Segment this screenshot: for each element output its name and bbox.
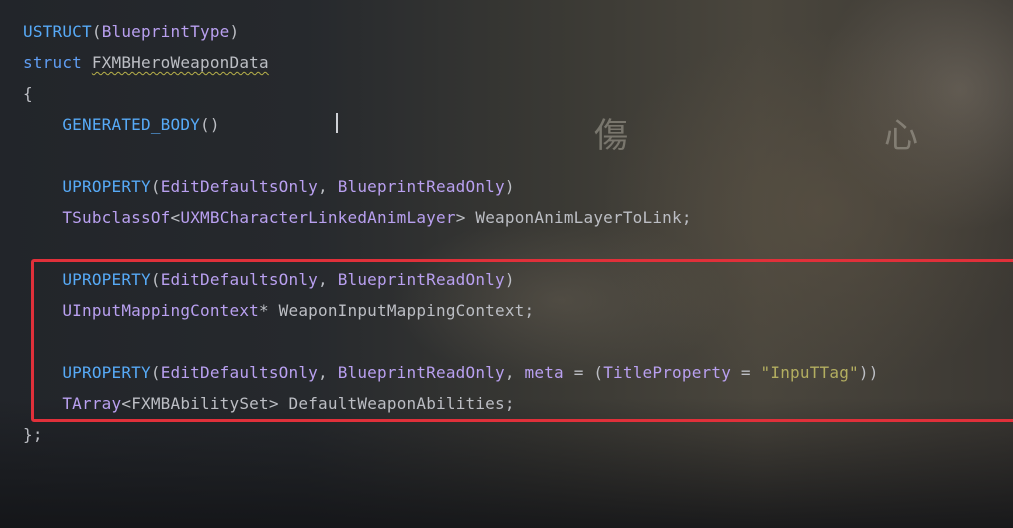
code-line[interactable]: USTRUCT(BlueprintType)	[23, 16, 879, 47]
code-token: UXMBCharacterLinkedAnimLayer	[180, 208, 456, 227]
code-token: struct	[23, 53, 82, 72]
code-token: BlueprintType	[101, 22, 230, 41]
text-cursor	[336, 113, 338, 133]
code-token: (	[91, 22, 102, 41]
code-token: UPROPERTY	[62, 177, 151, 196]
wallpaper-glyph-right: 心	[884, 116, 918, 156]
code-token: };	[23, 425, 43, 444]
code-token: >	[455, 208, 476, 227]
code-token: GENERATED_BODY	[62, 115, 201, 134]
code-token: (	[150, 177, 161, 196]
code-token: TSubclassOf	[62, 208, 171, 227]
code-token: WeaponAnimLayerToLink	[475, 208, 682, 227]
code-token: EditDefaultsOnly	[160, 177, 319, 196]
annotation-highlight-box	[31, 259, 1013, 422]
code-token: {	[23, 84, 33, 103]
code-token: )	[504, 177, 515, 196]
code-line[interactable]: {	[23, 78, 879, 109]
code-token: <	[170, 208, 181, 227]
code-line[interactable]: };	[23, 419, 879, 450]
code-line[interactable]: struct FXMBHeroWeaponData	[23, 47, 879, 78]
code-token: USTRUCT	[23, 22, 92, 41]
code-token: BlueprintReadOnly	[337, 177, 505, 196]
code-line[interactable]: TSubclassOf<UXMBCharacterLinkedAnimLayer…	[23, 202, 879, 233]
code-line[interactable]: GENERATED_BODY()	[23, 109, 879, 140]
code-token: )	[229, 22, 240, 41]
code-line[interactable]: UPROPERTY(EditDefaultsOnly, BlueprintRea…	[23, 171, 879, 202]
code-token: ;	[681, 208, 692, 227]
code-line[interactable]	[23, 140, 879, 171]
code-token: FXMBHeroWeaponData	[91, 53, 269, 72]
code-token: ()	[200, 115, 220, 134]
code-token: ,	[318, 177, 338, 196]
